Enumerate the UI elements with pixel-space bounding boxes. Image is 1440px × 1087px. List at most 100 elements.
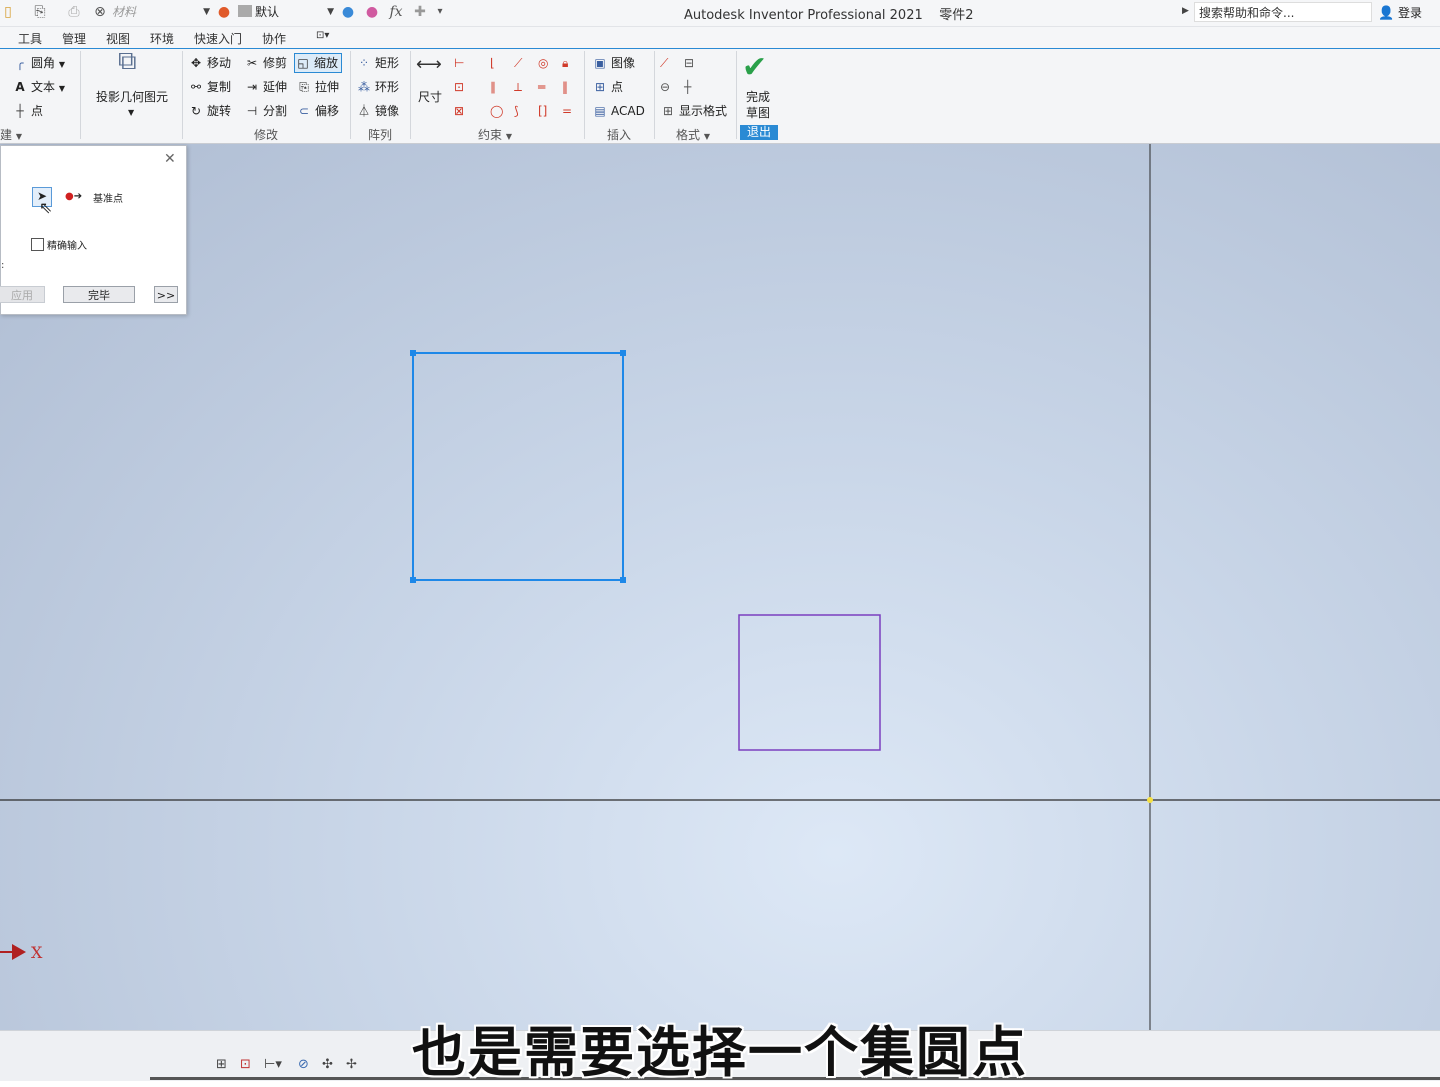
acad-label: ACAD [611, 104, 645, 118]
sketch-canvas[interactable]: X [0, 144, 1440, 1030]
perpendicular-icon[interactable]: ⟂ [514, 79, 522, 95]
text-button[interactable]: A 文本 ▼ [12, 79, 65, 97]
show-constraints-icon[interactable]: ⊡ [454, 79, 464, 95]
constrain-panel-label[interactable]: 约束 ▼ [478, 126, 512, 143]
trim-label: 修剪 [263, 56, 288, 70]
mirror-icon: ⏃ [357, 104, 370, 118]
acad-button[interactable]: ▤ ACAD [592, 103, 645, 119]
apply-button[interactable]: 应用 [0, 286, 45, 303]
parallel-icon[interactable]: ∥ [490, 79, 496, 95]
import-points-button[interactable]: ⊞ 点 [592, 79, 623, 95]
vertical-icon[interactable]: ‖ [562, 79, 568, 95]
construction-icon[interactable]: ⟋ [660, 55, 668, 71]
adjust-appearance-icon[interactable]: ● [340, 4, 356, 20]
close-icon[interactable]: ✕ [164, 151, 176, 167]
stretch-button[interactable]: ⎘ 拉伸 [296, 79, 339, 95]
project-geometry-button[interactable]: 投影几何图元 [96, 89, 168, 105]
rectangle-grip[interactable] [410, 577, 416, 583]
exit-panel-label: 退出 [740, 125, 778, 140]
document-name: 零件2 [939, 8, 974, 23]
import-points-label: 点 [611, 80, 624, 94]
auto-dimension-icon[interactable]: ⊢ [454, 55, 464, 71]
tab-get-started[interactable]: 快速入门 [194, 30, 242, 47]
base-point-label: 基准点 [93, 194, 123, 205]
new-file-icon[interactable]: ▯ [0, 4, 16, 20]
insert-image-label: 图像 [611, 56, 636, 70]
show-format-button[interactable]: ⊞ 显示格式 [660, 103, 727, 119]
more-options-button[interactable]: >> [154, 286, 178, 303]
dimension-button[interactable]: 尺寸 [418, 89, 442, 105]
create-panel-label[interactable]: 建 ▼ [0, 126, 22, 143]
circular-pattern-button[interactable]: ⁂ 环形 [356, 79, 399, 95]
login-button[interactable]: 👤 登录 [1378, 4, 1422, 21]
coincident-icon[interactable]: ⌊ [490, 55, 495, 71]
relax-mode-icon[interactable]: ⊠ [454, 103, 464, 119]
divider [410, 51, 411, 139]
finish-sketch-check-icon[interactable]: ✔ [742, 51, 767, 85]
tab-collaborate[interactable]: 协作 [262, 30, 286, 47]
centerline-icon[interactable]: ⊖ [660, 79, 670, 95]
scale-button[interactable]: ◱ 缩放 [294, 53, 343, 73]
tab-overflow-icon[interactable]: ⊡▾ [316, 30, 329, 41]
collinear-icon[interactable]: ⟋ [514, 55, 522, 71]
video-subtitle: 也是需要选择一个集圆点 [412, 1021, 1028, 1084]
rect-pattern-label: 矩形 [375, 56, 400, 70]
rotate-icon: ↻ [190, 104, 202, 118]
save-icon[interactable]: ⎘ [32, 4, 48, 20]
equal-icon[interactable]: = [562, 103, 572, 119]
origin-point[interactable] [1147, 797, 1153, 803]
dimension-icon[interactable]: ⟷ [416, 56, 442, 74]
split-button[interactable]: ⊣ 分割 [244, 103, 287, 119]
insert-image-button[interactable]: ▣ 图像 [592, 55, 635, 71]
move-button[interactable]: ✥ 移动 [188, 55, 231, 71]
format-panel-label[interactable]: 格式 ▼ [676, 126, 710, 143]
rect-pattern-button[interactable]: ⁘ 矩形 [356, 55, 399, 71]
tangent-icon[interactable]: ◯ [490, 103, 503, 119]
selected-rectangle[interactable] [412, 352, 624, 581]
copy-button[interactable]: ⚯ 复制 [188, 79, 231, 95]
appearance-value: 默认 [255, 5, 280, 19]
done-button[interactable]: 完毕 [63, 286, 135, 303]
print-icon[interactable]: ⎙ [66, 4, 82, 20]
material-dropdown[interactable]: 材料 ▼ [112, 2, 210, 22]
chevron-down-icon: ▼ [203, 7, 210, 17]
parameters-fx-icon[interactable]: fx [388, 4, 404, 20]
customize-dropdown-icon[interactable]: ▾ [432, 4, 448, 20]
offset-button[interactable]: ⊂ 偏移 [296, 103, 339, 119]
help-search-input[interactable]: 搜索帮助和命令... [1194, 2, 1372, 22]
tab-tools[interactable]: 工具 [18, 30, 42, 47]
precise-input-checkbox[interactable] [31, 238, 44, 251]
split-label: 分割 [263, 104, 288, 118]
tab-manage[interactable]: 管理 [62, 30, 86, 47]
project-geometry-icon[interactable]: ⧉ [118, 48, 137, 74]
chevron-down-icon[interactable]: ▼ [128, 105, 134, 121]
chevron-right-icon[interactable]: ▶ [1182, 6, 1189, 16]
material-icon[interactable]: ⊗ [92, 4, 108, 20]
fillet-button[interactable]: ╭ 圆角 ▼ [12, 55, 65, 73]
scaled-rectangle[interactable] [738, 614, 881, 751]
concentric-icon[interactable]: ◎ [538, 55, 548, 71]
extend-button[interactable]: ⇥ 延伸 [244, 79, 287, 95]
tab-view[interactable]: 视图 [106, 30, 130, 47]
rectangle-grip[interactable] [410, 350, 416, 356]
smooth-icon[interactable]: ⟆ [514, 103, 519, 119]
ribbon: ╭ 圆角 ▼ A 文本 ▼ ┼ 点 建 ▼ ⧉ 投影几何图元 ▼ ✥ 移动 ✂ 修剪 ◱ 缩… [0, 48, 1440, 144]
point-button[interactable]: ┼ 点 [12, 103, 43, 119]
tab-environment[interactable]: 环境 [150, 30, 174, 47]
horizontal-icon[interactable]: ═ [538, 79, 545, 95]
appearance-dropdown[interactable]: 默认 ▼ [238, 2, 334, 22]
mirror-button[interactable]: ⏃ 镜像 [356, 103, 399, 119]
finish-sketch-line1[interactable]: 完成 [746, 89, 770, 105]
rectangle-grip[interactable] [620, 577, 626, 583]
rectangle-grip[interactable] [620, 350, 626, 356]
plus-icon[interactable]: ✚ [412, 4, 428, 20]
center-point-icon[interactable]: ┼ [684, 79, 691, 95]
driven-dimension-icon[interactable]: ⊟ [684, 55, 694, 71]
graphics-window[interactable]: X [0, 144, 1440, 1030]
clear-appearance-icon[interactable]: ● [364, 4, 380, 20]
finish-sketch-line2[interactable]: 草图 [746, 105, 770, 121]
fix-lock-icon[interactable]: 🔒︎ [562, 55, 568, 71]
rotate-button[interactable]: ↻ 旋转 [188, 103, 231, 119]
symmetric-icon[interactable]: [] [538, 103, 547, 119]
trim-button[interactable]: ✂ 修剪 [244, 55, 287, 71]
